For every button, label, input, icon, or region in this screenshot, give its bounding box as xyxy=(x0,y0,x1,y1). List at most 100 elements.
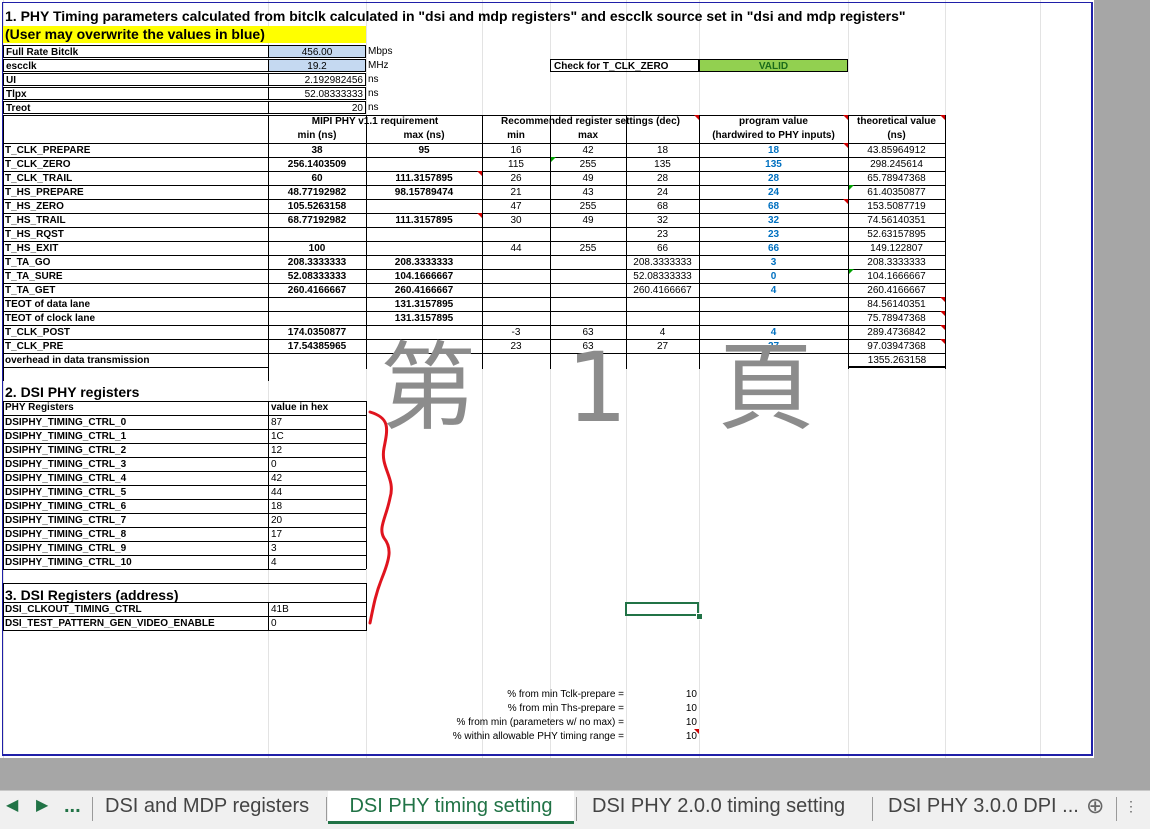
max-ns-cell[interactable]: 95 xyxy=(366,144,482,157)
comment-indicator-icon[interactable] xyxy=(940,297,945,302)
rec-setting-cell[interactable]: 260.4166667 xyxy=(626,284,699,297)
comment-indicator-icon[interactable] xyxy=(694,115,699,120)
rec-max-cell[interactable] xyxy=(550,228,626,241)
tab-scroll-handle[interactable]: ⋮ xyxy=(1124,791,1138,821)
param-value-cell[interactable]: 2.192982456 xyxy=(268,73,366,86)
rec-min-cell[interactable]: 30 xyxy=(482,214,550,227)
program-value-cell[interactable]: 23 xyxy=(699,228,848,241)
tab-dsi-phy-timing-setting[interactable]: DSI PHY timing setting xyxy=(328,791,574,824)
tab-dsi-and-mdp-registers[interactable]: DSI and MDP registers xyxy=(105,791,309,821)
phy-register-value[interactable]: 42 xyxy=(271,472,365,485)
rec-max-cell[interactable] xyxy=(550,256,626,269)
param-value-cell[interactable]: 456.00 xyxy=(268,45,366,58)
max-ns-cell[interactable]: 111.3157895 xyxy=(366,214,482,227)
max-ns-cell[interactable] xyxy=(366,200,482,213)
comment-indicator-icon[interactable] xyxy=(849,269,854,274)
comment-indicator-icon[interactable] xyxy=(843,143,848,148)
program-value-cell[interactable]: 18 xyxy=(699,144,848,157)
program-value-cell[interactable]: 135 xyxy=(699,158,848,171)
tab-dsi-phy-3-dpi[interactable]: DSI PHY 3.0.0 DPI ... xyxy=(888,791,1079,821)
rec-min-cell[interactable] xyxy=(482,256,550,269)
add-sheet-icon[interactable]: ⊕ xyxy=(1086,791,1104,821)
min-ns-cell[interactable] xyxy=(268,312,366,325)
max-ns-cell[interactable]: 260.4166667 xyxy=(366,284,482,297)
rec-min-cell[interactable]: 21 xyxy=(482,186,550,199)
rec-setting-cell[interactable]: 18 xyxy=(626,144,699,157)
min-ns-cell[interactable]: 100 xyxy=(268,242,366,255)
min-ns-cell[interactable]: 17.54385965 xyxy=(268,340,366,353)
rec-min-cell[interactable] xyxy=(482,228,550,241)
comment-indicator-icon[interactable] xyxy=(940,339,945,344)
rec-setting-cell[interactable]: 23 xyxy=(626,228,699,241)
phy-register-value[interactable]: 87 xyxy=(271,416,365,429)
max-ns-cell[interactable] xyxy=(366,228,482,241)
program-value-cell[interactable]: 32 xyxy=(699,214,848,227)
comment-indicator-icon[interactable] xyxy=(940,325,945,330)
phy-register-value[interactable]: 17 xyxy=(271,528,365,541)
param-value-cell[interactable]: 20 xyxy=(268,101,366,114)
param-value-cell[interactable]: 52.08333333 xyxy=(268,87,366,100)
max-ns-cell[interactable]: 98.15789474 xyxy=(366,186,482,199)
phy-register-value[interactable]: 18 xyxy=(271,500,365,513)
percent-value[interactable]: 10 xyxy=(640,688,699,701)
phy-register-value[interactable]: 20 xyxy=(271,514,365,527)
rec-max-cell[interactable]: 42 xyxy=(550,144,626,157)
check-status-valid[interactable]: VALID xyxy=(699,59,848,72)
worksheet-area[interactable]: 1. PHY Timing parameters calculated from… xyxy=(0,0,1150,790)
scroll-left-icon[interactable]: ◀ xyxy=(6,791,18,821)
comment-indicator-icon[interactable] xyxy=(940,311,945,316)
rec-setting-cell[interactable]: 68 xyxy=(626,200,699,213)
rec-max-cell[interactable]: 49 xyxy=(550,214,626,227)
program-value-cell[interactable]: 28 xyxy=(699,172,848,185)
comment-indicator-icon[interactable] xyxy=(843,199,848,204)
rec-setting-cell[interactable]: 28 xyxy=(626,172,699,185)
min-ns-cell[interactable]: 60 xyxy=(268,172,366,185)
phy-register-value[interactable]: 0 xyxy=(271,458,365,471)
comment-indicator-icon[interactable] xyxy=(477,171,482,176)
min-ns-cell[interactable] xyxy=(268,228,366,241)
comment-indicator-icon[interactable] xyxy=(940,115,945,120)
min-ns-cell[interactable]: 68.77192982 xyxy=(268,214,366,227)
rec-setting-cell[interactable]: 66 xyxy=(626,242,699,255)
rec-max-cell[interactable]: 255 xyxy=(550,242,626,255)
rec-setting-cell[interactable]: 135 xyxy=(626,158,699,171)
max-ns-cell[interactable] xyxy=(366,158,482,171)
comment-indicator-icon[interactable] xyxy=(477,213,482,218)
rec-max-cell[interactable]: 49 xyxy=(550,172,626,185)
dsi-register-value[interactable]: 41B xyxy=(271,603,365,616)
param-value-cell[interactable]: 19.2 xyxy=(268,59,366,72)
tab-dsi-phy-2-timing-setting[interactable]: DSI PHY 2.0.0 timing setting xyxy=(592,791,845,821)
rec-max-cell[interactable]: 255 xyxy=(550,200,626,213)
program-value-cell[interactable]: 66 xyxy=(699,242,848,255)
program-value-cell[interactable]: 68 xyxy=(699,200,848,213)
program-value-cell[interactable]: 0 xyxy=(699,270,848,283)
max-ns-cell[interactable]: 111.3157895 xyxy=(366,172,482,185)
dsi-register-value[interactable]: 0 xyxy=(271,617,365,630)
rec-min-cell[interactable]: 115 xyxy=(482,158,550,171)
comment-indicator-icon[interactable] xyxy=(551,157,556,162)
program-value-cell[interactable]: 24 xyxy=(699,186,848,199)
more-tabs-button[interactable]: ... xyxy=(64,791,81,821)
phy-register-value[interactable]: 1C xyxy=(271,430,365,443)
min-ns-cell[interactable]: 174.0350877 xyxy=(268,326,366,339)
rec-setting-cell[interactable]: 32 xyxy=(626,214,699,227)
min-ns-cell[interactable]: 48.77192982 xyxy=(268,186,366,199)
rec-min-cell[interactable]: 26 xyxy=(482,172,550,185)
max-ns-cell[interactable]: 104.1666667 xyxy=(366,270,482,283)
rec-min-cell[interactable]: 44 xyxy=(482,242,550,255)
rec-min-cell[interactable] xyxy=(482,284,550,297)
min-ns-cell[interactable]: 105.5263158 xyxy=(268,200,366,213)
rec-max-cell[interactable] xyxy=(550,284,626,297)
min-ns-cell[interactable]: 38 xyxy=(268,144,366,157)
comment-indicator-icon[interactable] xyxy=(843,115,848,120)
fill-handle[interactable] xyxy=(696,613,703,620)
phy-register-value[interactable]: 4 xyxy=(271,556,365,569)
rec-setting-cell[interactable]: 208.3333333 xyxy=(626,256,699,269)
program-value-cell[interactable]: 3 xyxy=(699,256,848,269)
rec-setting-cell[interactable]: 24 xyxy=(626,186,699,199)
rec-setting-cell[interactable]: 52.08333333 xyxy=(626,270,699,283)
rec-max-cell[interactable] xyxy=(550,270,626,283)
min-ns-cell[interactable]: 52.08333333 xyxy=(268,270,366,283)
min-ns-cell[interactable] xyxy=(268,298,366,311)
comment-indicator-icon[interactable] xyxy=(849,185,854,190)
